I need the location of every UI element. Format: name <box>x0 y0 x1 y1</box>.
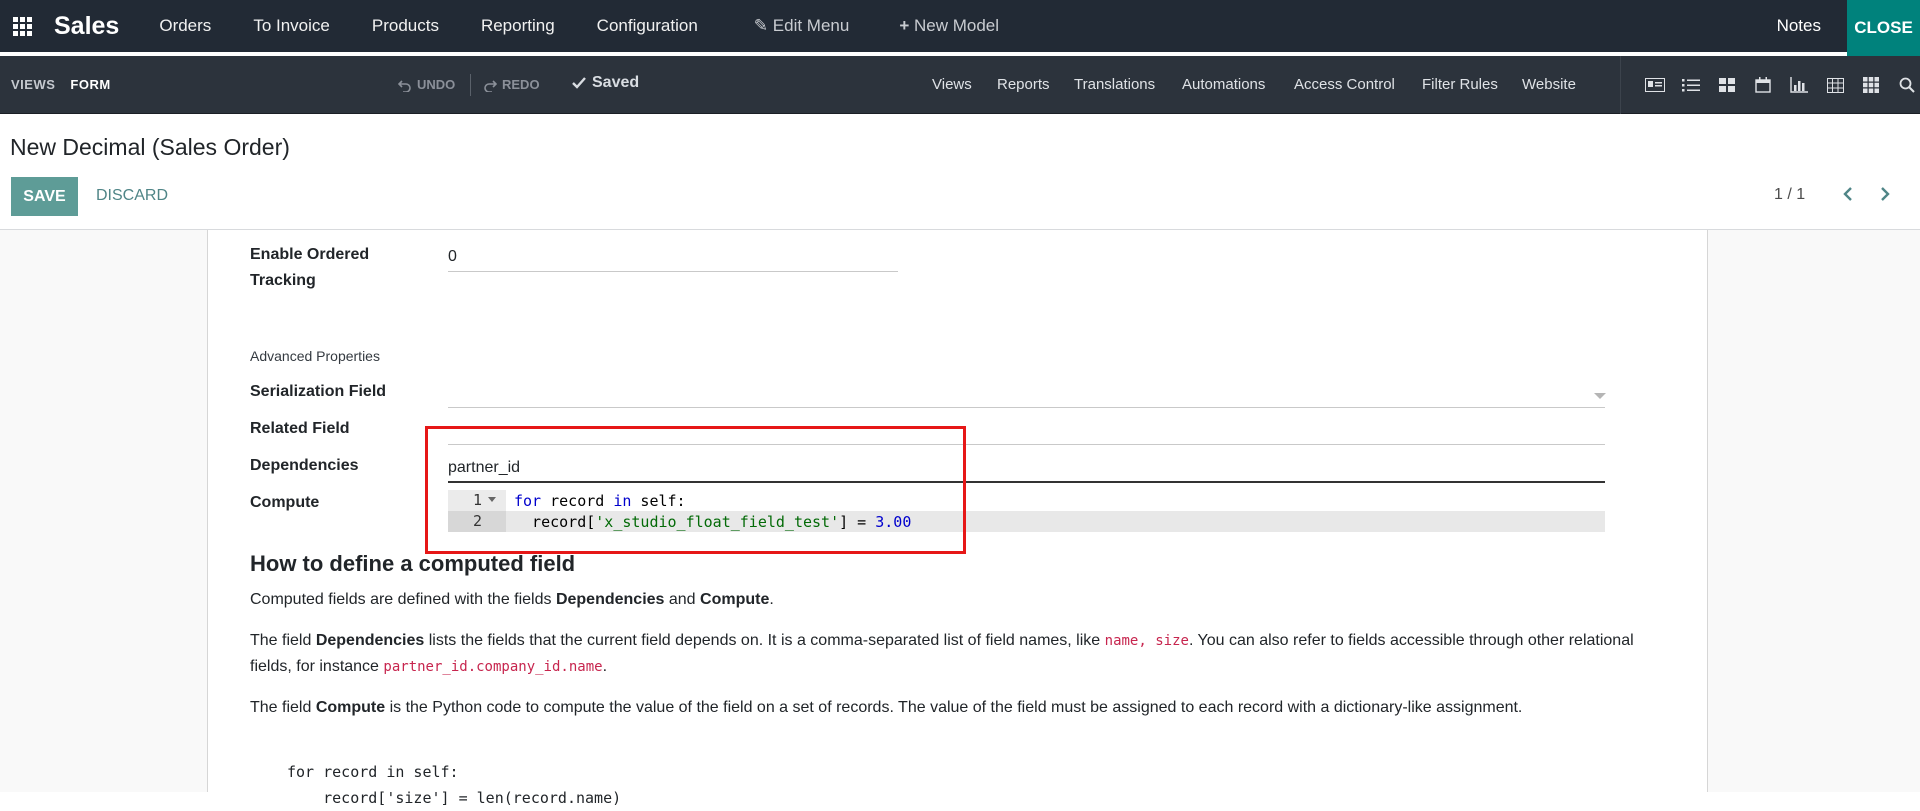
studio-menu-filter-rules[interactable]: Filter Rules <box>1422 76 1498 93</box>
edit-menu-button[interactable]: ✎ Edit Menu <box>754 16 850 36</box>
caret-down-icon[interactable] <box>1594 393 1606 399</box>
new-model-label: New Model <box>914 16 1000 35</box>
pager-value: 1 / 1 <box>1774 186 1806 203</box>
help-paragraph-3: The field Compute is the Python code to … <box>250 699 1523 716</box>
help-paragraph-2: The field Dependencies lists the fields … <box>250 632 1634 675</box>
serialization-field-select[interactable] <box>448 407 1605 408</box>
chevron-right-icon[interactable] <box>1876 184 1894 204</box>
discard-button[interactable]: DISCARD <box>96 187 168 205</box>
help-heading: How to define a computed field <box>250 551 576 576</box>
save-button[interactable]: SAVE <box>11 177 78 216</box>
enable-ordered-tracking-label-line1: Enable Ordered <box>250 246 370 263</box>
redo-label: REDO <box>502 77 540 92</box>
redo-button[interactable]: REDO <box>483 77 540 92</box>
menu-products[interactable]: Products <box>372 16 439 36</box>
related-field-label: Related Field <box>250 420 350 437</box>
studio-menu-reports[interactable]: Reports <box>997 76 1050 93</box>
view-switcher <box>1620 56 1917 114</box>
studio-menu-access-control[interactable]: Access Control <box>1294 76 1395 93</box>
close-studio-button[interactable]: CLOSE <box>1847 0 1920 56</box>
undo-icon <box>398 79 411 92</box>
form-breadcrumb[interactable]: FORM <box>70 77 110 92</box>
edit-menu-label: Edit Menu <box>772 16 850 35</box>
compute-label: Compute <box>250 494 320 511</box>
new-model-button[interactable]: + New Model <box>899 16 999 36</box>
notes-button[interactable]: Notes <box>1777 16 1821 36</box>
pivot-view-icon[interactable] <box>1825 76 1845 94</box>
views-breadcrumb[interactable]: VIEWS <box>11 77 55 92</box>
dependencies-label: Dependencies <box>250 457 359 474</box>
menu-reporting[interactable]: Reporting <box>481 16 555 36</box>
form-view-icon[interactable] <box>1645 76 1665 94</box>
toolbar-divider <box>470 74 471 96</box>
studio-menu-automations[interactable]: Automations <box>1182 76 1265 93</box>
studio-menu-website[interactable]: Website <box>1522 76 1576 93</box>
dashboard-view-icon[interactable] <box>1861 76 1881 94</box>
studio-menu-views[interactable]: Views <box>932 76 972 93</box>
search-icon[interactable] <box>1897 76 1917 94</box>
undo-button[interactable]: UNDO <box>398 77 455 92</box>
record-title: New Decimal (Sales Order) <box>10 134 290 160</box>
studio-toolbar: VIEWS FORM UNDO REDO Saved Views Reports… <box>0 56 1920 114</box>
saved-label: Saved <box>592 74 640 91</box>
menu-orders[interactable]: Orders <box>159 16 211 36</box>
redo-icon <box>484 79 497 92</box>
enable-ordered-tracking-underline <box>448 271 898 272</box>
help-paragraph-1: Computed fields are defined with the fie… <box>250 591 774 608</box>
serialization-field-label: Serialization Field <box>250 383 387 400</box>
menu-configuration[interactable]: Configuration <box>597 16 698 36</box>
saved-status: Saved <box>572 74 639 92</box>
calendar-view-icon[interactable] <box>1753 76 1773 94</box>
enable-ordered-tracking-input[interactable]: 0 <box>448 248 457 266</box>
menu-to-invoice[interactable]: To Invoice <box>253 16 330 36</box>
apps-menu-icon[interactable] <box>0 0 44 52</box>
pencil-icon: ✎ <box>753 16 769 35</box>
app-name[interactable]: Sales <box>54 12 119 41</box>
undo-label: UNDO <box>417 77 456 92</box>
advanced-properties-heading: Advanced Properties <box>250 348 380 364</box>
help-code-example: for record in self: record['size'] = len… <box>287 763 622 807</box>
chevron-left-icon[interactable] <box>1839 184 1857 204</box>
graph-view-icon[interactable] <box>1789 76 1809 94</box>
kanban-view-icon[interactable] <box>1717 76 1737 94</box>
plus-icon: + <box>899 16 910 35</box>
check-icon <box>572 77 586 89</box>
enable-ordered-tracking-label-line2: Tracking <box>250 272 316 289</box>
list-view-icon[interactable] <box>1681 76 1701 94</box>
top-navbar: Sales Orders To Invoice Products Reporti… <box>0 0 1920 56</box>
highlight-annotation-box <box>425 426 966 554</box>
studio-menu-translations[interactable]: Translations <box>1074 76 1155 93</box>
